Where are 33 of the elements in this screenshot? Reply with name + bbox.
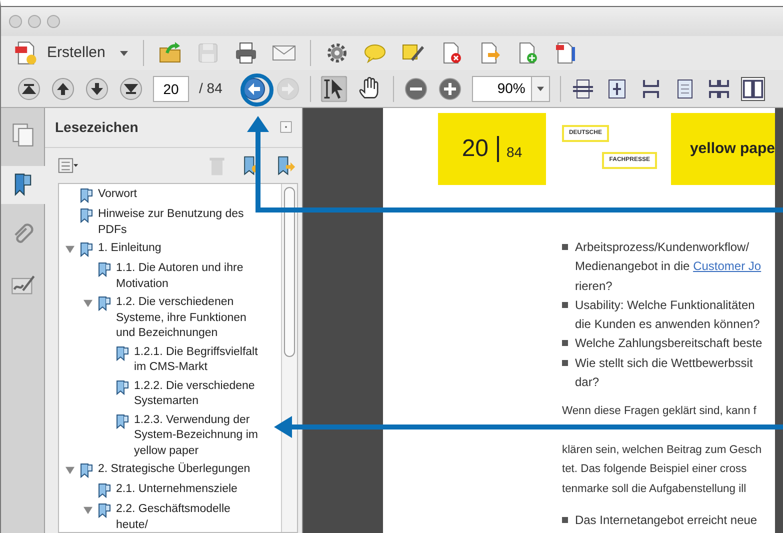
text-line: Das Internetangebot erreicht neue	[574, 512, 758, 529]
page-number: 20	[462, 134, 489, 164]
bookmark-item[interactable]: 1.2. Die verschiedenen Systeme, ihre Funktionen und Bezeichnungen	[111, 295, 263, 342]
panel-title: Lesezeichen	[55, 118, 138, 137]
page-count: / 84	[199, 79, 222, 98]
create-button[interactable]: Erstellen	[13, 40, 130, 66]
bookmark-item[interactable]: 1.1. Die Autoren und ihre Motivation	[111, 261, 263, 292]
text-link[interactable]: Customer Jo	[693, 259, 762, 274]
bookmark-item[interactable]: 1.2.3. Verwendung der System-Bezeichnung im yellow paper	[129, 412, 263, 459]
text-line: Arbeitsprozess/Kundenworkflow/	[574, 239, 750, 256]
page-total: 84	[506, 142, 522, 162]
text-line: rieren?	[574, 278, 614, 295]
text-line: Wenn diese Fragen geklärt sind, kann f	[562, 404, 758, 420]
text-line: dar?	[574, 374, 600, 392]
bookmark-item[interactable]: 1.2.2. Die verschiedene Systemarten	[129, 378, 263, 410]
text-line: tenmarke soll die Aufgabenstellung ill	[562, 482, 748, 497]
text-line: Usability: Welche Funktionalitäten	[574, 296, 756, 314]
zoom-combo-box[interactable]: 90%	[472, 76, 550, 102]
page-number-field[interactable]: 20	[153, 76, 189, 102]
bookmark-item[interactable]: 1.2.1. Die Begriffsvielfalt im CMS-Markt	[129, 344, 263, 376]
text-line: tet. Das folgende Beispiel einer cross	[562, 462, 748, 478]
bookmark-item[interactable]: Vorwort	[93, 187, 137, 202]
header-title: yellow pape	[690, 138, 775, 159]
text-line: Medienangebot in die	[574, 259, 691, 274]
bookmark-item[interactable]: 2.1. Unternehmensziele	[111, 482, 238, 498]
bookmark-item[interactable]: 2.2. Geschäftsmodelle heute/	[111, 502, 263, 532]
text-line: klären sein, welchen Beitrag zum Gesch	[562, 442, 762, 458]
bookmark-item[interactable]: 1. Einleitung	[93, 241, 162, 256]
text-line: Welche Zahlungsbereitschaft beste	[574, 335, 762, 352]
bookmark-item[interactable]: 2. Strategische Überlegungen	[93, 462, 250, 478]
bookmark-item[interactable]: Hinweise zur Benutzung des PDFs	[93, 207, 263, 238]
text-line: die Kunden es anwenden können?	[574, 316, 760, 334]
text-line: Wie stellt sich die Wettbewerbssit	[574, 354, 753, 372]
